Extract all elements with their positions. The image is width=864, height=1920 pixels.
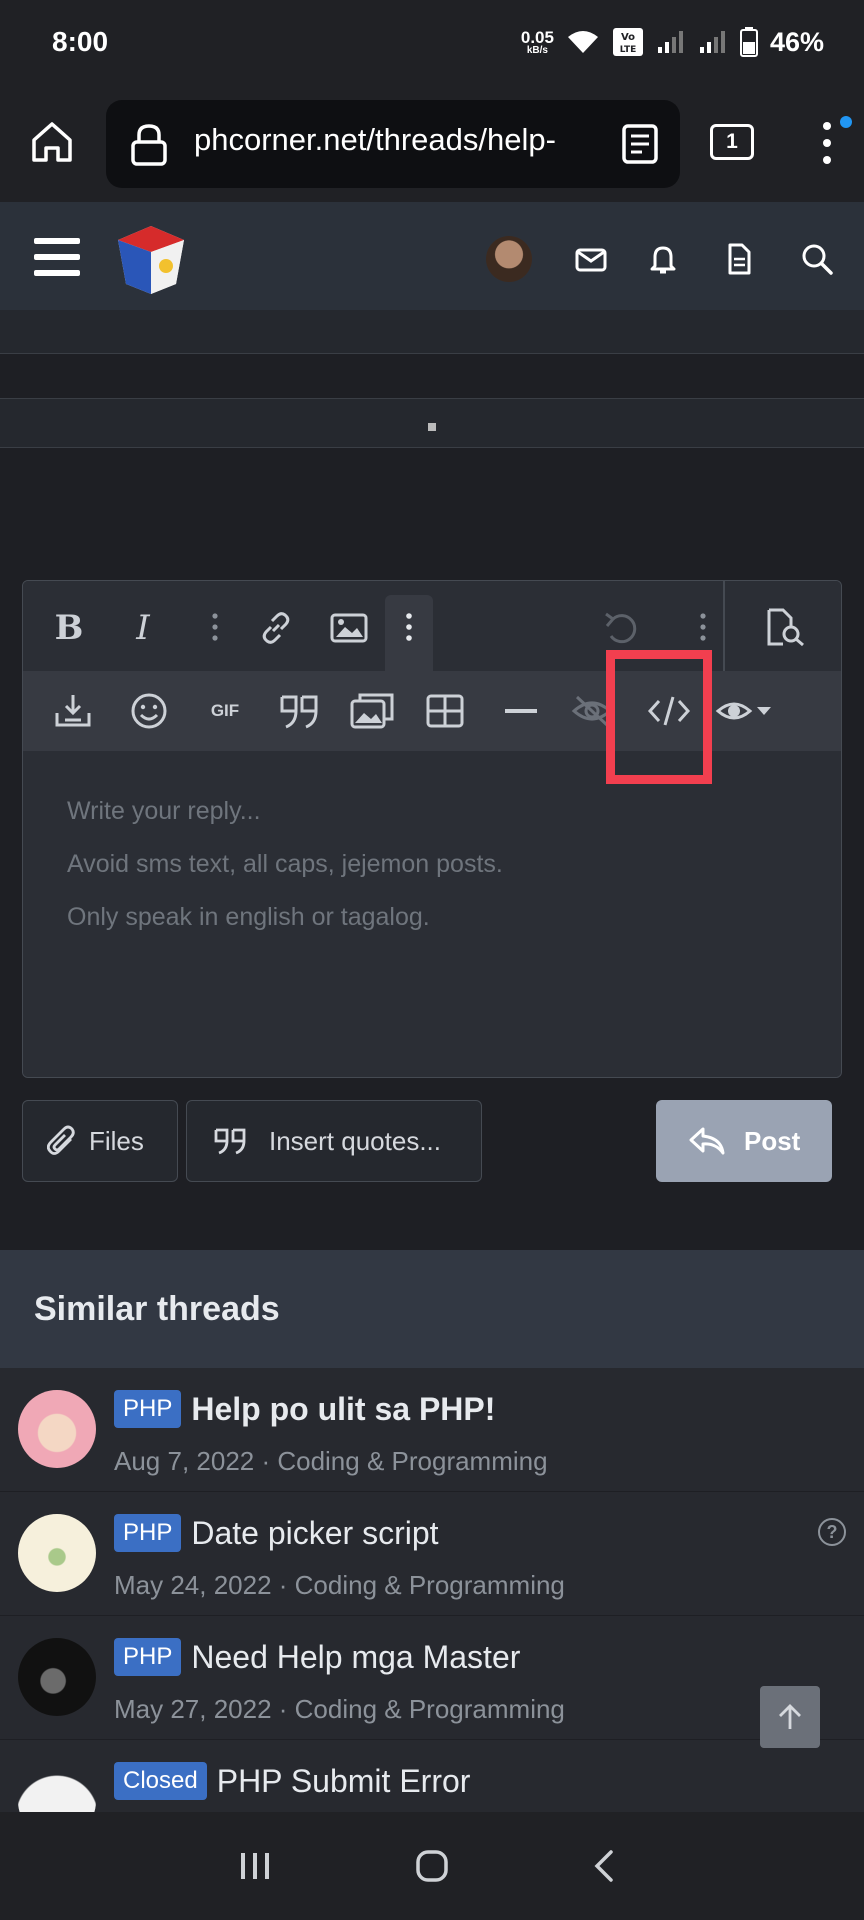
insert-quotes-button[interactable]: Insert quotes... <box>186 1100 482 1182</box>
thread-author-avatar[interactable] <box>18 1638 96 1716</box>
address-bar[interactable]: phcorner.net/threads/help- <box>106 100 680 188</box>
thread-title[interactable]: Date picker script <box>191 1515 438 1552</box>
table-icon[interactable] <box>425 691 465 731</box>
thread-prefix-badge[interactable]: PHP <box>114 1638 182 1676</box>
svg-text:B: B <box>55 609 84 645</box>
search-icon[interactable] <box>800 242 834 276</box>
status-icons: 0.05 kB/s Vo LTE 46% <box>521 27 824 58</box>
thread-prefix-badge[interactable]: Closed <box>114 1762 207 1800</box>
status-time: 8:00 <box>52 26 109 57</box>
bold-icon[interactable]: B <box>53 609 85 645</box>
gallery-icon[interactable] <box>349 689 395 731</box>
tab-switcher-button[interactable]: 1 <box>710 124 754 160</box>
battery-percent: 46% <box>769 26 824 57</box>
url-text[interactable]: phcorner.net/threads/help- <box>194 122 594 158</box>
network-speed: 0.05 kB/s <box>521 29 554 56</box>
similar-thread-item[interactable]: PHP Need Help mga Master May 27, 2022 · … <box>0 1616 864 1740</box>
document-icon[interactable] <box>722 242 756 276</box>
insert-quotes-label: Insert quotes... <box>269 1125 441 1156</box>
thread-meta: May 27, 2022 · Coding & Programming <box>114 1694 565 1724</box>
more-insert-options-icon[interactable] <box>403 611 415 643</box>
image-icon[interactable] <box>329 611 369 645</box>
emoji-icon[interactable] <box>129 691 169 731</box>
similar-threads-title: Similar threads <box>34 1290 280 1328</box>
similar-threads-header: Similar threads <box>0 1250 864 1368</box>
placeholder-line-3: Only speak in english or tagalog. <box>67 903 430 931</box>
home-icon[interactable] <box>28 118 76 166</box>
thread-author-avatar[interactable] <box>18 1514 96 1592</box>
reply-textarea[interactable]: Write your reply... Avoid sms text, all … <box>23 751 841 1077</box>
drafts-icon[interactable] <box>53 691 93 731</box>
italic-icon[interactable]: I <box>127 609 159 645</box>
recent-apps-icon[interactable] <box>238 1850 272 1882</box>
quote-marks-icon <box>214 1128 246 1155</box>
lock-icon[interactable] <box>128 122 170 166</box>
thread-meta: May 24, 2022 · Coding & Programming <box>114 1570 565 1600</box>
home-nav-icon[interactable] <box>414 1848 450 1884</box>
network-speed-unit: kB/s <box>526 44 548 56</box>
reply-arrow-icon <box>689 1127 725 1155</box>
more-history-options-icon[interactable] <box>697 611 709 643</box>
link-icon[interactable] <box>257 609 295 647</box>
thread-prefix-badge[interactable]: PHP <box>114 1514 182 1552</box>
site-logo[interactable] <box>114 222 188 296</box>
post-label: Post <box>744 1125 801 1156</box>
similar-thread-item[interactable]: Closed PHP Submit Error <box>0 1740 864 1840</box>
paperclip-icon <box>47 1125 75 1155</box>
site-header <box>0 202 864 310</box>
back-nav-icon[interactable] <box>592 1848 616 1884</box>
update-badge <box>840 116 852 128</box>
attach-files-button[interactable]: Files <box>22 1100 178 1182</box>
quote-icon[interactable] <box>277 691 321 731</box>
volte-icon: Vo LTE <box>612 28 643 56</box>
similar-thread-item[interactable]: PHP Help po ulit sa PHP! Aug 7, 2022 · C… <box>0 1368 864 1492</box>
code-button-highlight <box>606 650 712 784</box>
editor-toolbar-secondary: GIF <box>23 671 841 751</box>
mail-icon[interactable] <box>574 242 608 276</box>
spoiler-dropdown-icon[interactable] <box>715 691 773 731</box>
svg-text:I: I <box>135 609 150 645</box>
thread-title[interactable]: Need Help mga Master <box>191 1639 520 1676</box>
svg-text:LTE: LTE <box>620 45 637 55</box>
status-bar: 8:00 0.05 kB/s Vo LTE 46% <box>0 0 864 84</box>
system-nav-bar <box>0 1812 864 1920</box>
svg-text:Vo: Vo <box>621 32 635 43</box>
placeholder-line-2: Avoid sms text, all caps, jejemon posts. <box>67 850 503 878</box>
network-speed-value: 0.05 <box>520 27 554 47</box>
post-reply-button[interactable]: Post <box>656 1100 832 1182</box>
browser-toolbar: phcorner.net/threads/help- 1 <box>0 84 864 202</box>
files-label: Files <box>89 1125 144 1156</box>
thread-meta: Aug 7, 2022 · Coding & Programming <box>114 1446 548 1476</box>
battery-icon <box>739 27 758 57</box>
hamburger-menu-icon[interactable] <box>34 238 80 276</box>
question-icon[interactable]: ? <box>818 1518 846 1546</box>
gif-icon[interactable]: GIF <box>203 699 247 723</box>
post-footer-strip <box>0 310 864 354</box>
tiny-indicator <box>428 423 436 431</box>
bell-icon[interactable] <box>646 242 680 276</box>
horizontal-line-icon[interactable] <box>505 709 537 715</box>
scroll-to-top-button[interactable] <box>760 1686 820 1748</box>
undo-icon[interactable] <box>601 609 639 647</box>
signal-icon-2 <box>699 31 725 53</box>
thread-author-avatar[interactable] <box>18 1390 96 1468</box>
signal-icon <box>657 31 683 53</box>
editor-toolbar-primary: B I <box>23 581 841 671</box>
reply-editor: B I GIF Write your reply... Avoid sms te… <box>22 580 842 1078</box>
reader-mode-icon[interactable] <box>618 122 662 166</box>
user-avatar[interactable] <box>486 236 532 282</box>
thread-title[interactable]: Help po ulit sa PHP! <box>191 1391 495 1428</box>
arrow-up-icon <box>779 1704 801 1729</box>
placeholder-line-1: Write your reply... <box>67 797 261 825</box>
thread-title[interactable]: PHP Submit Error <box>217 1763 471 1800</box>
similar-thread-item[interactable]: PHP Date picker script May 24, 2022 · Co… <box>0 1492 864 1616</box>
pagination-strip <box>0 398 864 448</box>
more-menu-icon[interactable] <box>812 118 842 168</box>
thread-prefix-badge[interactable]: PHP <box>114 1390 182 1428</box>
preview-icon[interactable] <box>763 607 807 647</box>
more-text-options-icon[interactable] <box>209 611 221 643</box>
wifi-icon <box>567 31 598 53</box>
toolbar-separator <box>723 581 725 671</box>
